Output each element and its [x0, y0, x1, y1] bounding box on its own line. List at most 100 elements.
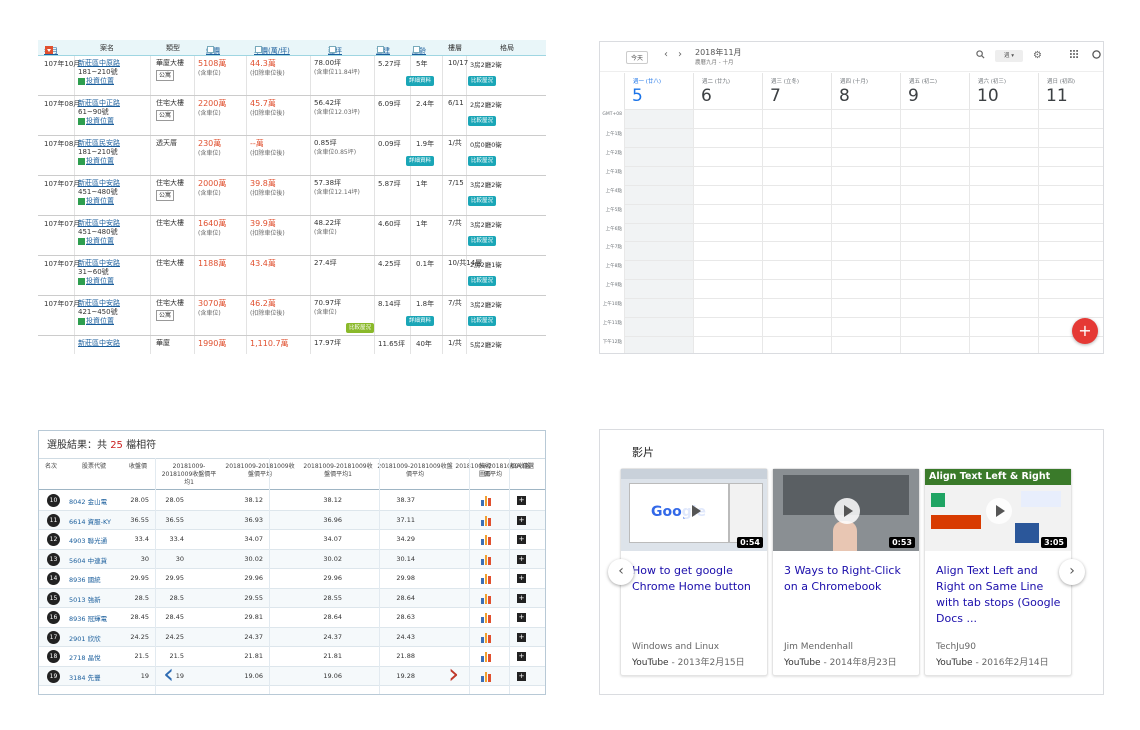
- stock-link[interactable]: 4903 聯光通: [69, 535, 107, 545]
- create-event-button[interactable]: +: [1072, 318, 1098, 344]
- sort-icon[interactable]: [207, 46, 214, 53]
- day-number[interactable]: 9: [908, 86, 919, 106]
- stock-link[interactable]: 6614 資服-KY: [69, 516, 111, 526]
- row-type-button[interactable]: 公寓: [156, 70, 175, 81]
- row-title[interactable]: 新莊區民安路 181~210號 投資位置: [78, 139, 120, 166]
- compare-status-button[interactable]: 比較屋況: [468, 76, 497, 86]
- video-thumbnail[interactable]: Google 0:54: [621, 469, 767, 551]
- day-header[interactable]: 週五 (初二) 9: [900, 73, 969, 109]
- row-tag-label[interactable]: 投資位置: [86, 317, 114, 325]
- sort-icon[interactable]: [255, 46, 262, 53]
- video-card[interactable]: Google 0:54 How to get google Chrome Home …: [620, 468, 768, 676]
- compare-status-button[interactable]: 比較屋況: [468, 236, 497, 246]
- row-title-text[interactable]: 新莊區中安路: [78, 299, 120, 307]
- sort-desc-icon[interactable]: [45, 46, 53, 54]
- bar-chart-icon[interactable]: [481, 515, 491, 526]
- add-watchlist-icon[interactable]: +: [517, 496, 526, 505]
- listing-row[interactable]: 107年10月 新莊區中原路 181~210號 投資位置 華廈大樓 公寓 5108萬 (含車位…: [38, 56, 546, 96]
- stock-link[interactable]: 3184 先豐: [69, 672, 101, 682]
- add-watchlist-icon[interactable]: +: [517, 613, 526, 622]
- row-tag-label[interactable]: 投資位置: [86, 117, 114, 125]
- video-title[interactable]: How to get google Chrome Home button: [632, 563, 762, 595]
- carousel-next-icon[interactable]: ›: [1059, 559, 1085, 585]
- bar-chart-icon[interactable]: [481, 593, 491, 604]
- video-thumbnail[interactable]: 0:53: [773, 469, 919, 551]
- day-number[interactable]: 5: [632, 86, 643, 106]
- row-tag[interactable]: 投資位置: [78, 317, 120, 326]
- add-watchlist-icon[interactable]: +: [517, 574, 526, 583]
- row-tag[interactable]: 投資位置: [78, 117, 120, 126]
- scroll-right-icon[interactable]: ›: [448, 657, 459, 690]
- day-number[interactable]: 10: [977, 86, 999, 106]
- day-number[interactable]: 6: [701, 86, 712, 106]
- row-tag-label[interactable]: 投資位置: [86, 237, 114, 245]
- sort-icon[interactable]: [413, 46, 420, 53]
- row-tag[interactable]: 投資位置: [78, 77, 120, 86]
- listing-row[interactable]: 107年07月 新莊區中安路 451~480號 投資位置 住宅大樓 公寓 2000萬 (含車位…: [38, 176, 546, 216]
- stock-link[interactable]: 8936 冠輝電: [69, 613, 107, 623]
- day-header[interactable]: 週三 (立冬) 7: [762, 73, 831, 109]
- play-icon[interactable]: [682, 498, 708, 524]
- bar-chart-icon[interactable]: [481, 574, 491, 584]
- compare-status-button[interactable]: 比較屋況: [468, 276, 497, 286]
- stock-link[interactable]: 2718 晶悅: [69, 652, 101, 662]
- detail-button[interactable]: 詳細資料: [406, 156, 435, 166]
- next-week-icon[interactable]: ›: [678, 49, 682, 60]
- view-selector[interactable]: 週 ▾: [995, 50, 1023, 62]
- listing-row[interactable]: 107年07月 新莊區中安路 31~60號 投資位置 住宅大樓 1188萬 43.4萬 27.…: [38, 256, 546, 296]
- day-header[interactable]: 週二 (廿九) 6: [693, 73, 762, 109]
- bar-chart-icon[interactable]: [481, 613, 491, 623]
- day-number[interactable]: 8: [839, 86, 850, 106]
- bar-chart-icon[interactable]: [481, 632, 491, 643]
- add-watchlist-icon[interactable]: +: [517, 652, 526, 661]
- stock-link[interactable]: 5604 中連貨: [69, 555, 107, 565]
- day-header[interactable]: 週日 (初四) 11: [1038, 73, 1103, 109]
- stock-link[interactable]: 5013 強新: [69, 594, 101, 604]
- row-tag[interactable]: 投資位置: [78, 277, 120, 286]
- row-type-button[interactable]: 公寓: [156, 310, 175, 321]
- row-tag-label[interactable]: 投資位置: [86, 277, 114, 285]
- stock-link[interactable]: 8042 金山電: [69, 496, 107, 506]
- add-watchlist-icon[interactable]: +: [517, 535, 526, 544]
- row-tag-label[interactable]: 投資位置: [86, 157, 114, 165]
- row-title[interactable]: 新莊區中正路 61~90號 投資位置: [78, 99, 120, 126]
- listing-row[interactable]: 107年07月 新莊區中安路 451~480號 投資位置 住宅大樓 1640萬 (含車位) 3…: [38, 216, 546, 256]
- compare-button[interactable]: 比較屋況: [346, 323, 375, 333]
- search-icon[interactable]: [976, 50, 985, 62]
- row-type-button[interactable]: 公寓: [156, 190, 175, 201]
- compare-status-button[interactable]: 比較屋況: [468, 196, 497, 206]
- listing-row[interactable]: 107年07月 新莊區中安路 421~450號 投資位置 住宅大樓 公寓 3070萬 (含車位…: [38, 296, 546, 336]
- row-title-text[interactable]: 新莊區中安路: [78, 179, 120, 187]
- row-title-text[interactable]: 新莊區中安路: [78, 219, 120, 227]
- listing-row[interactable]: 107年08月 新莊區民安路 181~210號 投資位置 透天厝 230萬 (含車位) --萬…: [38, 136, 546, 176]
- listing-row[interactable]: 新莊區中安路 華廈 1990萬 1,110.7萬 17.97坪 11.65坪 40年 1/共 5…: [38, 336, 546, 354]
- row-title-text[interactable]: 新莊區中正路: [78, 99, 120, 107]
- row-title-text[interactable]: 新莊區民安路: [78, 139, 120, 147]
- row-title[interactable]: 新莊區中安路: [78, 339, 120, 348]
- video-card[interactable]: Align Text Left & Right 3:05 Align Text Le…: [924, 468, 1072, 676]
- video-thumbnail[interactable]: Align Text Left & Right 3:05: [925, 469, 1071, 551]
- bar-chart-icon[interactable]: [481, 652, 491, 662]
- compare-status-button[interactable]: 比較屋況: [468, 116, 497, 126]
- compare-status-button[interactable]: 比較屋況: [468, 316, 497, 326]
- row-title[interactable]: 新莊區中原路 181~210號 投資位置: [78, 59, 120, 86]
- row-title-text[interactable]: 新莊區中安路: [78, 339, 120, 347]
- day-number[interactable]: 11: [1046, 86, 1068, 106]
- add-watchlist-icon[interactable]: +: [517, 632, 526, 642]
- add-watchlist-icon[interactable]: +: [517, 554, 526, 564]
- video-title[interactable]: Align Text Left and Right on Same Line w…: [936, 563, 1066, 627]
- row-title[interactable]: 新莊區中安路 451~480號 投資位置: [78, 179, 120, 206]
- row-type-button[interactable]: 公寓: [156, 110, 175, 121]
- detail-button[interactable]: 詳細資料: [406, 316, 435, 326]
- apps-grid-icon[interactable]: [1070, 50, 1078, 61]
- play-icon[interactable]: [834, 498, 860, 524]
- row-tag[interactable]: 投資位置: [78, 237, 120, 246]
- play-icon[interactable]: [986, 498, 1012, 524]
- row-tag[interactable]: 投資位置: [78, 157, 120, 166]
- gear-icon[interactable]: ⚙: [1033, 50, 1042, 61]
- bar-chart-icon[interactable]: [481, 554, 491, 565]
- account-icon[interactable]: [1092, 50, 1101, 62]
- row-title[interactable]: 新莊區中安路 31~60號 投資位置: [78, 259, 120, 286]
- day-number[interactable]: 7: [770, 86, 781, 106]
- row-title-text[interactable]: 新莊區中安路: [78, 259, 120, 267]
